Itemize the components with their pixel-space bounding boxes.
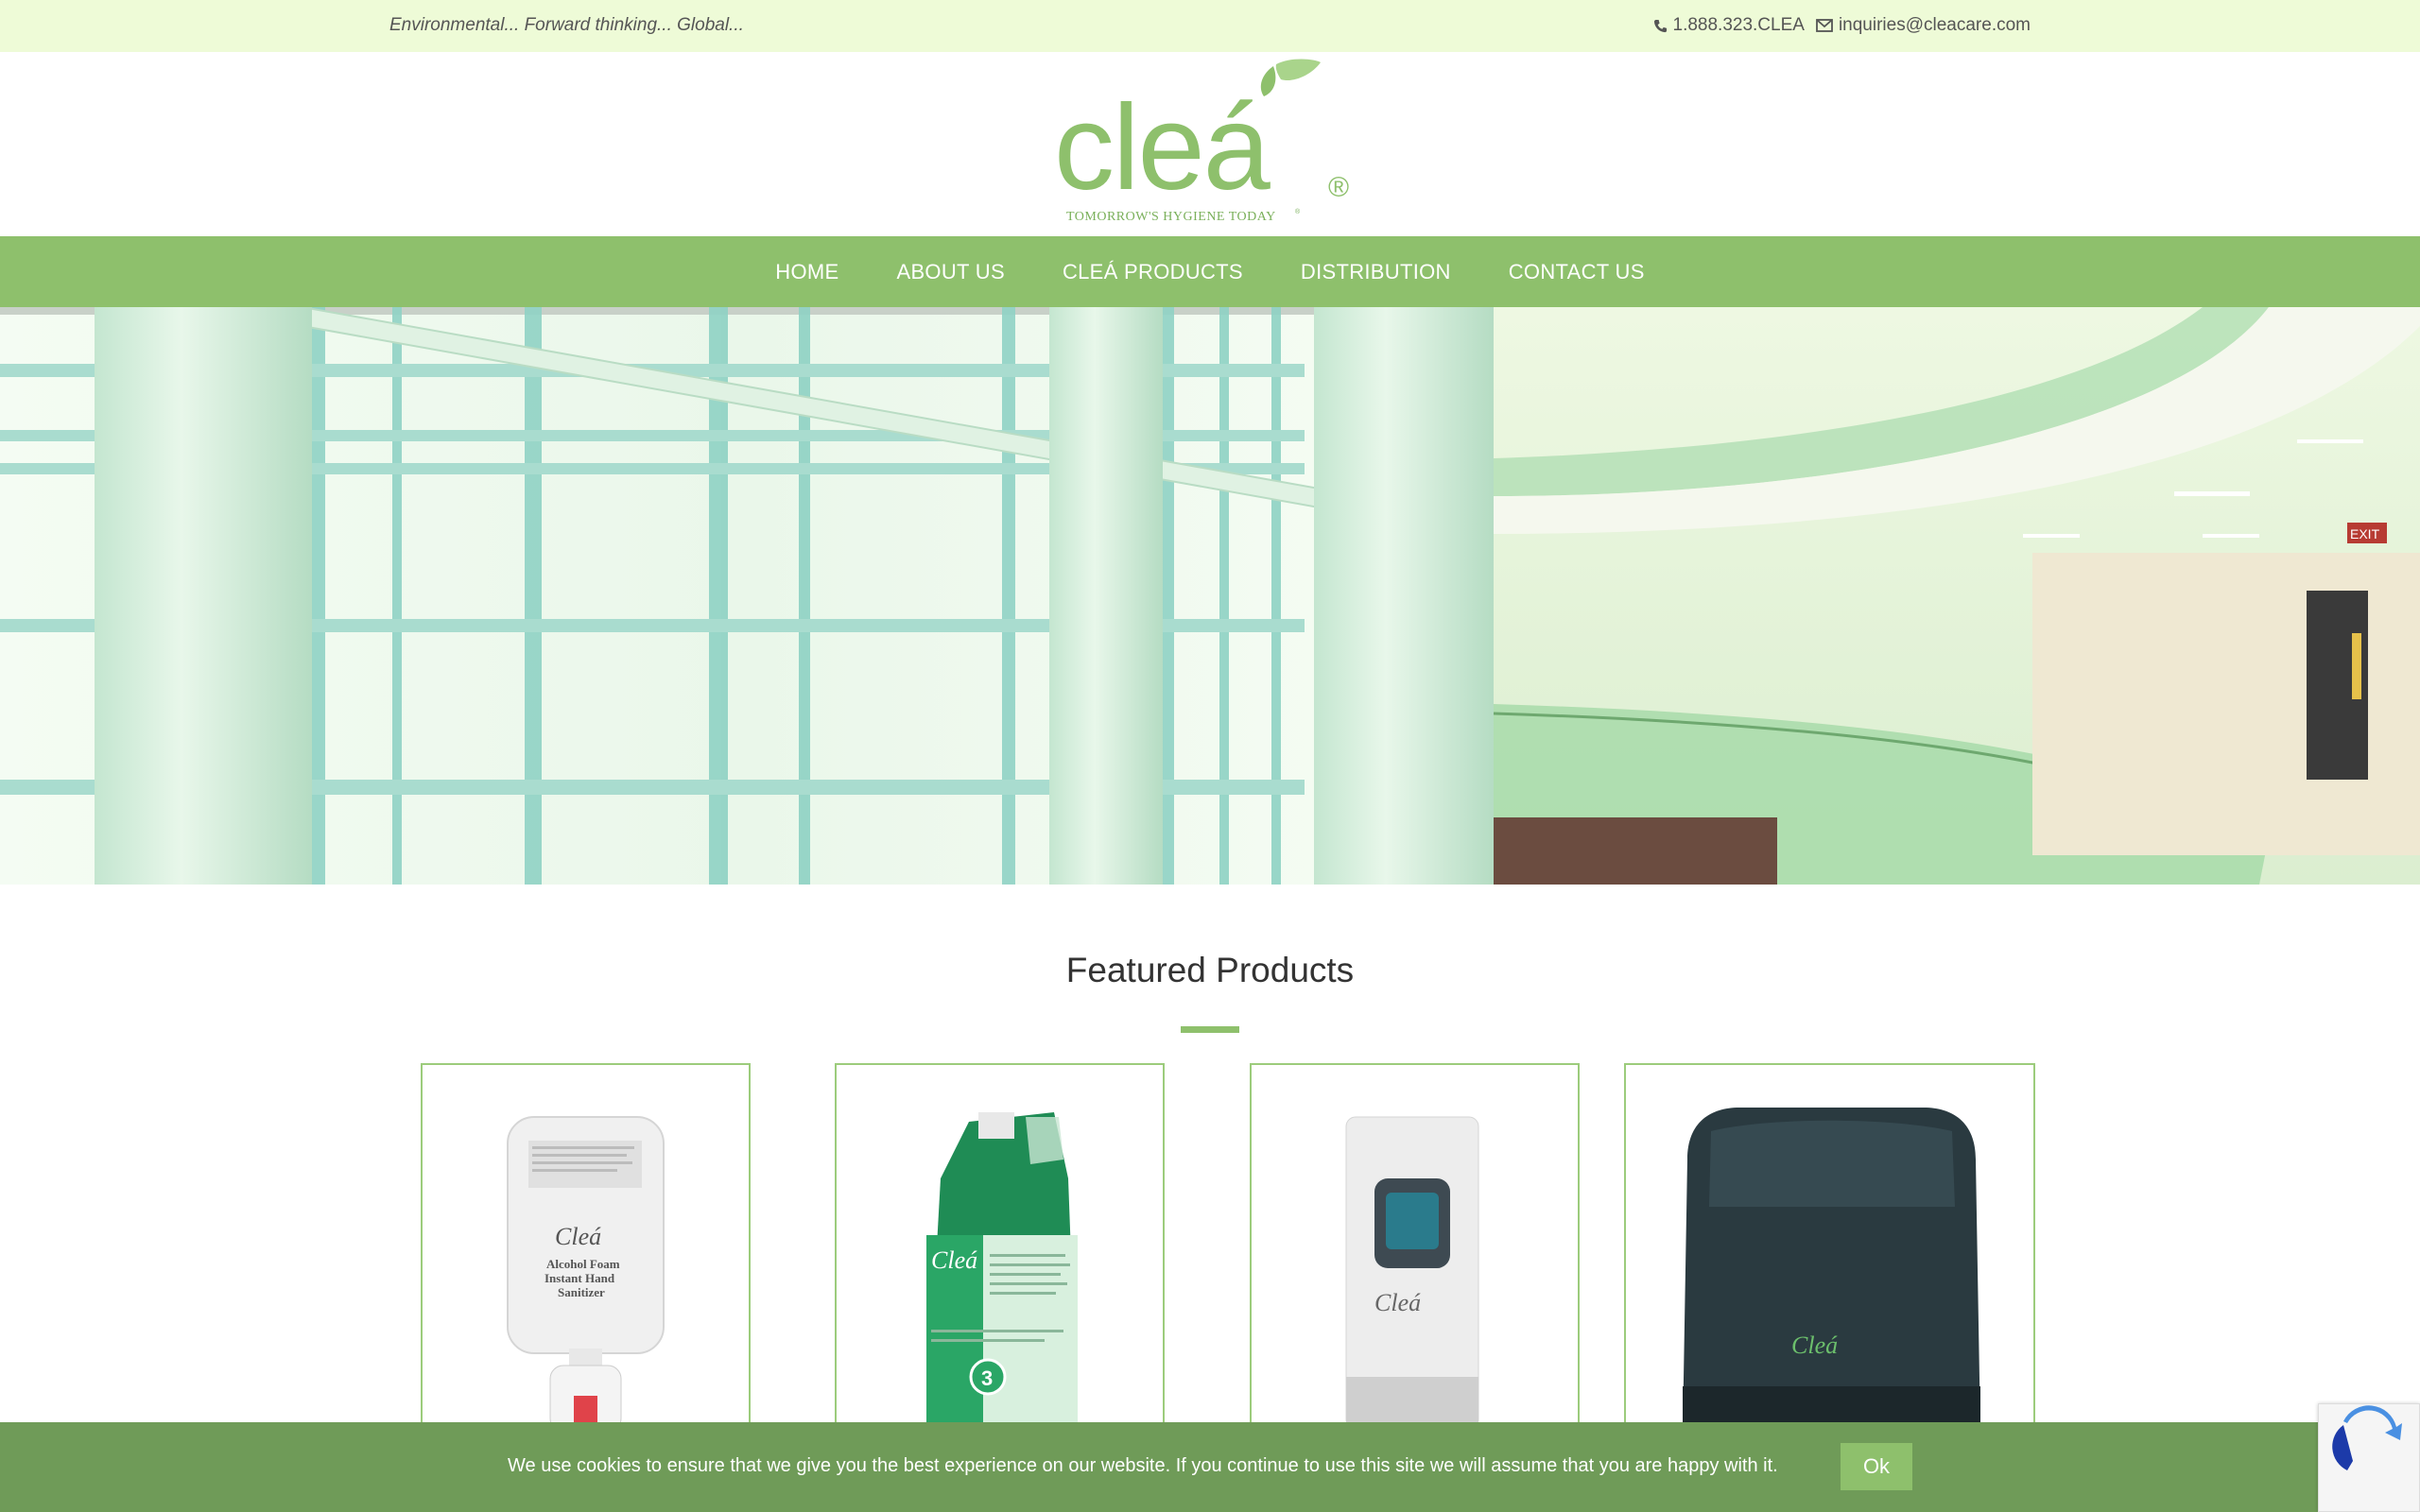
product-line-3: Sanitizer [558,1285,605,1299]
nav-contact-us[interactable]: CONTACT US [1509,260,1645,284]
contact-info: 1.888.323.CLEA inquiries@cleacare.com [1653,15,2031,36]
product-brand: Cleá [1374,1289,1421,1316]
nav-clea-products[interactable]: CLEÁ PRODUCTS [1063,260,1243,284]
phone-link[interactable]: 1.888.323.CLEA [1653,15,1805,36]
logo-slogan: TOMORROW'S HYGIENE TODAY [1066,210,1276,224]
title-underline [1181,1026,1239,1033]
leaf-icon [1260,59,1321,96]
hero-banner: EXIT [0,307,2420,885]
nav-home[interactable]: HOME [775,260,838,284]
cookie-banner: We use cookies to ensure that we give yo… [0,1422,2420,1512]
registered-mark: ® [1328,172,1349,203]
slogan-trademark: ® [1295,208,1301,215]
email-address: inquiries@cleacare.com [1838,15,2031,35]
hero-image: EXIT [0,307,2420,885]
clea-logo[interactable]: cleá ® TOMORROW'S HYGIENE TODAY ® [1054,57,1366,232]
envelope-icon [1816,19,1833,32]
recaptcha-badge[interactable] [2318,1403,2420,1512]
email-link[interactable]: inquiries@cleacare.com [1816,15,2031,36]
phone-icon [1653,19,1667,32]
product-brand: Cleá [555,1223,601,1250]
svg-text:EXIT: EXIT [2350,526,2380,541]
nav-distribution[interactable]: DISTRIBUTION [1301,260,1451,284]
product-badge: 3 [981,1366,993,1390]
top-bar: Environmental... Forward thinking... Glo… [0,0,2420,52]
nav-about-us[interactable]: ABOUT US [896,260,1004,284]
product-line-2: Instant Hand [544,1271,615,1285]
tagline: Environmental... Forward thinking... Glo… [389,15,744,35]
phone-number: 1.888.323.CLEA [1672,15,1805,35]
main-nav: HOME ABOUT US CLEÁ PRODUCTS DISTRIBUTION… [0,236,2420,307]
product-line-1: Alcohol Foam [546,1257,620,1271]
cookie-message: We use cookies to ensure that we give yo… [508,1455,1778,1476]
recaptcha-icon [2332,1405,2402,1470]
featured-products-title: Featured Products [1065,951,1355,989]
product-brand: Cleá [931,1246,977,1274]
product-brand: Cleá [1791,1332,1838,1359]
logo-wordmark: cleá [1054,80,1271,215]
site-header: cleá ® TOMORROW'S HYGIENE TODAY ® [0,52,2420,236]
cookie-ok-button[interactable]: Ok [1841,1443,1912,1490]
